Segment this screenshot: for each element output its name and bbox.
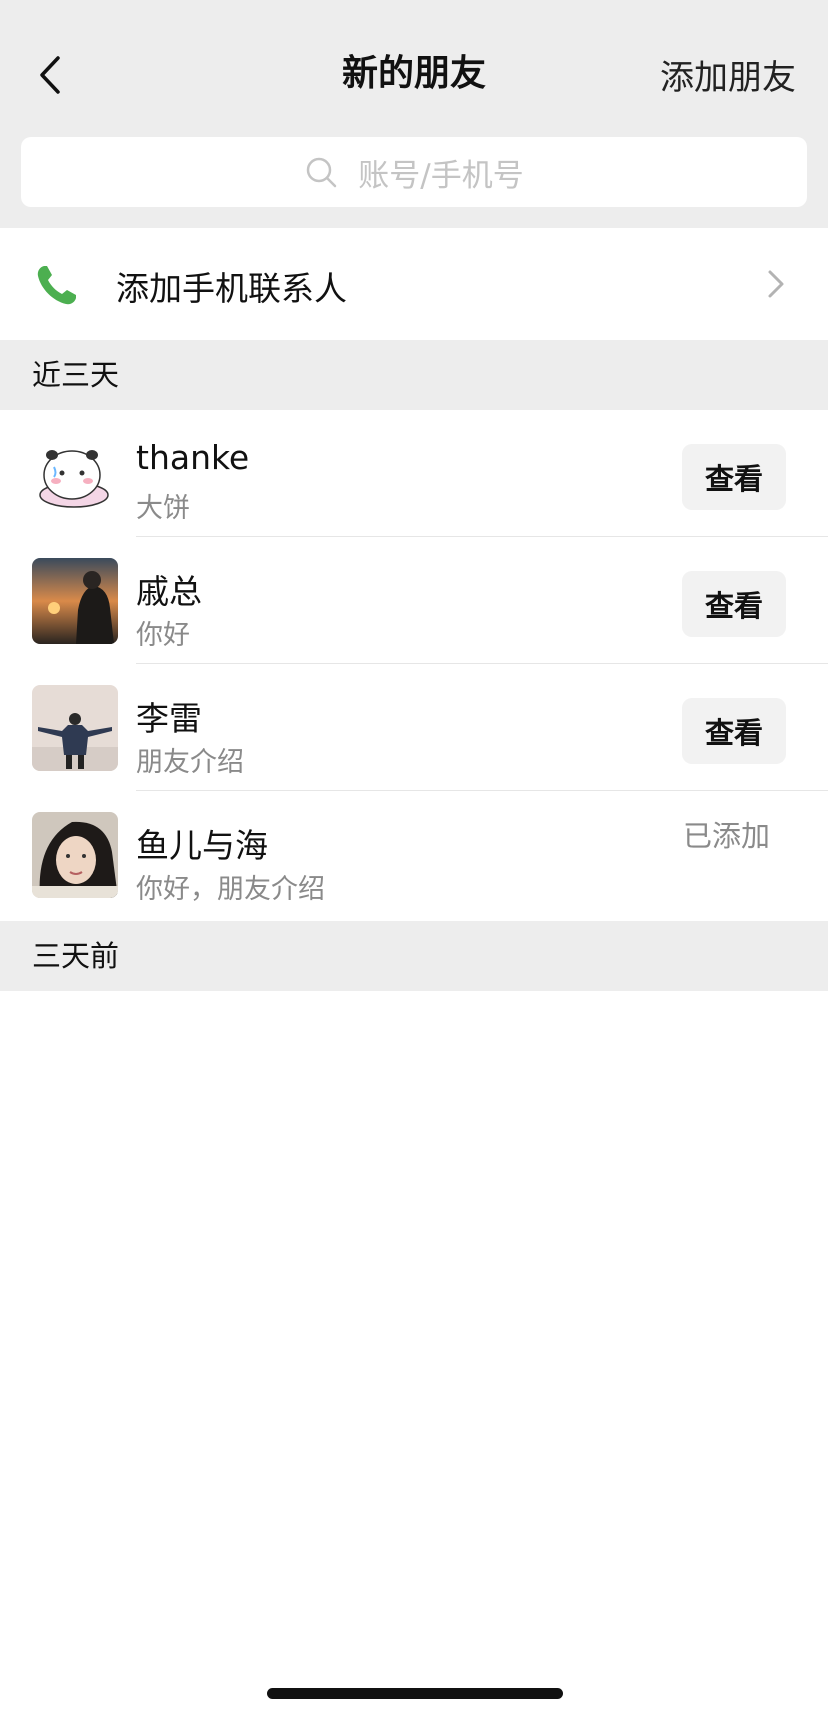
chevron-right-icon [768,270,784,298]
search-input[interactable]: 账号/手机号 [21,137,807,207]
friend-request-row[interactable]: thanke 大饼 查看 [0,410,828,537]
view-button[interactable]: 查看 [682,571,786,637]
friend-request-row[interactable]: 戚总 你好 查看 [0,537,828,664]
friend-name: 李雷 [136,699,202,738]
friend-request-row[interactable]: 鱼儿与海 你好，朋友介绍 已添加 [0,791,828,918]
section-header-recent: 近三天 [0,340,828,410]
friend-message: 你好 [136,620,190,651]
avatar [32,685,118,771]
search-placeholder: 账号/手机号 [358,157,524,194]
avatar [32,812,118,898]
search-icon [307,157,337,188]
friend-name: 戚总 [136,572,202,611]
added-status: 已添加 [682,819,770,853]
friend-name: thanke [136,438,250,477]
section-header-older: 三天前 [0,921,828,991]
friend-name: 鱼儿与海 [136,826,268,865]
view-button[interactable]: 查看 [682,698,786,764]
friend-request-row[interactable]: 李雷 朋友介绍 查看 [0,664,828,791]
avatar [32,558,118,644]
friend-message: 朋友介绍 [136,747,244,778]
phone-icon [37,266,76,305]
home-indicator [267,1688,563,1699]
add-phone-contacts-label: 添加手机联系人 [116,269,347,308]
add-friend-button[interactable]: 添加朋友 [660,50,796,99]
view-button[interactable]: 查看 [682,444,786,510]
friend-message: 你好，朋友介绍 [136,874,325,905]
avatar [32,431,118,517]
friend-message: 大饼 [136,493,190,524]
